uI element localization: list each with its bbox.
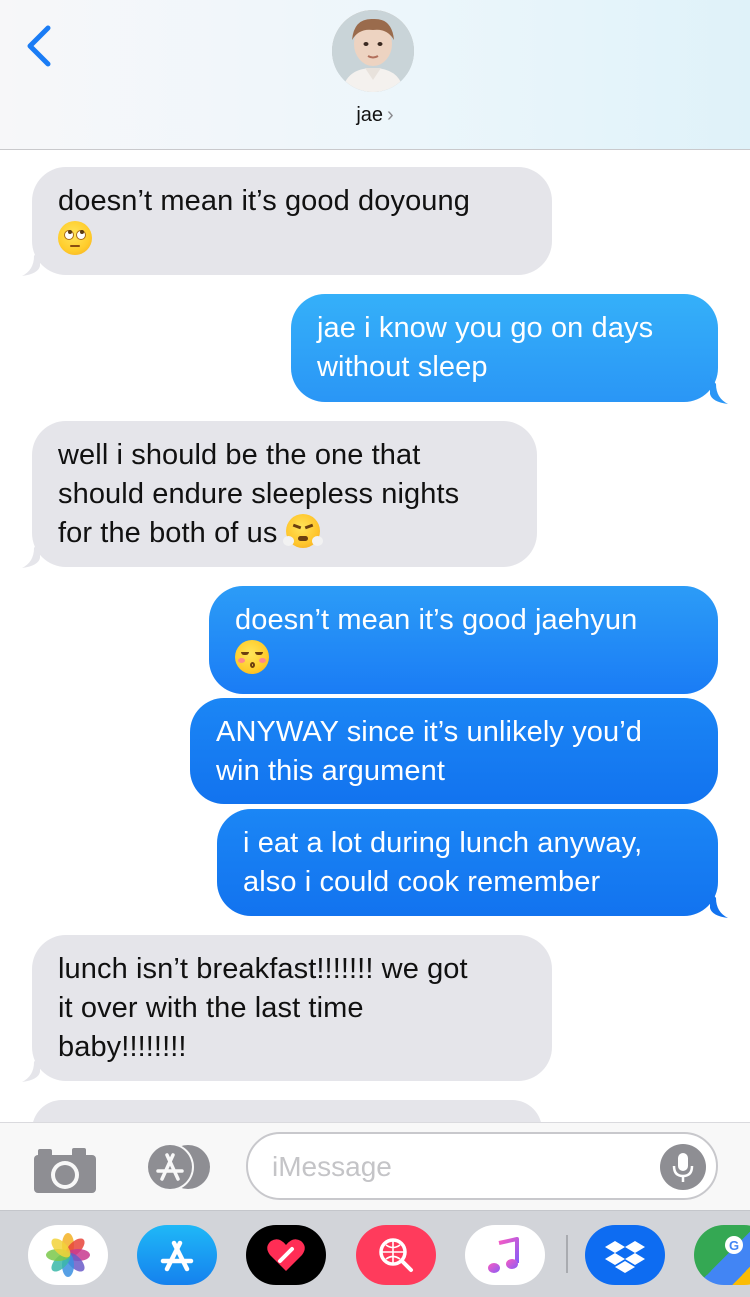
message-text-line: it over with the last time xyxy=(58,992,364,1024)
message-text-line: win this argument xyxy=(216,755,445,787)
bubble-tail xyxy=(710,376,728,404)
message-text-line: well i should be the one that xyxy=(58,439,421,471)
drawer-divider xyxy=(566,1235,568,1273)
message-text-line: baby!!!!!!!! xyxy=(58,1031,187,1063)
imessage-input[interactable] xyxy=(272,1146,652,1188)
face-with-rolling-eyes-icon xyxy=(58,221,92,255)
message-input-bar xyxy=(0,1122,750,1210)
message-text-line: ANYWAY since it’s unlikely you’d xyxy=(216,716,643,748)
photos-icon[interactable] xyxy=(28,1225,108,1285)
message-sent[interactable]: doesn’t mean it’s good jaehyun xyxy=(209,586,718,694)
face-with-steam-icon xyxy=(282,514,323,548)
message-received[interactable]: lunch isn’t breakfast!!!!!!! we got it o… xyxy=(32,935,552,1081)
message-sent[interactable]: i eat a lot during lunch anyway, also i … xyxy=(217,809,718,916)
message-text-line: lunch isn’t breakfast!!!!!!! we got xyxy=(58,953,468,985)
app-store-icon[interactable] xyxy=(137,1225,217,1285)
message-received[interactable]: well i should be the one that should end… xyxy=(32,421,537,567)
svg-text:G: G xyxy=(729,1238,739,1253)
back-chevron-icon[interactable] xyxy=(20,22,60,68)
contact-avatar[interactable] xyxy=(332,10,414,92)
dropbox-icon[interactable] xyxy=(585,1225,665,1285)
message-text-line: without sleep xyxy=(317,351,488,383)
message-text-line: also i could cook remember xyxy=(243,866,601,898)
message-text: doesn’t mean it’s good doyoung xyxy=(58,185,470,217)
music-icon[interactable] xyxy=(465,1225,545,1285)
contact-name-label: jae xyxy=(356,104,384,126)
imessage-text-field[interactable] xyxy=(246,1132,718,1200)
message-text-line: should endure sleepless nights xyxy=(58,478,460,510)
digital-touch-icon[interactable] xyxy=(246,1225,326,1285)
bubble-tail xyxy=(22,1054,40,1082)
web-images-search-icon[interactable] xyxy=(356,1225,436,1285)
camera-icon[interactable] xyxy=(32,1145,100,1195)
message-text-line: i eat a lot during lunch anyway, xyxy=(243,827,643,859)
kissing-face-icon xyxy=(235,640,269,674)
app-drawer: G xyxy=(0,1210,750,1297)
google-maps-icon[interactable]: G xyxy=(694,1225,750,1285)
microphone-icon[interactable] xyxy=(660,1144,706,1190)
message-received[interactable]: doesn’t mean it’s good doyoung xyxy=(32,167,552,275)
message-text-line: jae i know you go on days xyxy=(317,312,654,344)
conversation-header: jae › xyxy=(0,0,750,150)
message-sent[interactable]: jae i know you go on days without sleep xyxy=(291,294,718,402)
message-text-line: for the both of us xyxy=(58,517,278,549)
bubble-tail xyxy=(710,890,728,918)
app-store-icon[interactable] xyxy=(140,1141,214,1193)
chevron-right-icon: › xyxy=(387,104,394,126)
message-text: doesn’t mean it’s good jaehyun xyxy=(235,604,638,636)
message-sent[interactable]: ANYWAY since it’s unlikely you’d win thi… xyxy=(190,698,718,804)
contact-name[interactable]: jae › xyxy=(0,104,750,127)
bubble-tail xyxy=(22,540,40,568)
bubble-tail xyxy=(22,248,40,276)
